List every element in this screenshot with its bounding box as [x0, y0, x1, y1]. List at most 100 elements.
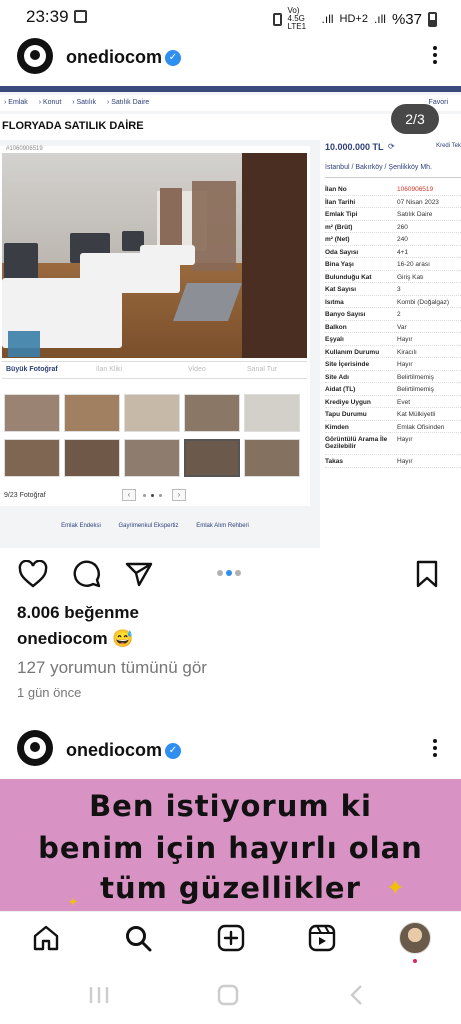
banner-text-line: benim için hayırlı olan	[38, 831, 423, 865]
next-photo-icon: ›	[172, 489, 186, 501]
detail-value: 240	[397, 236, 408, 243]
heart-icon[interactable]	[18, 560, 48, 588]
breadcrumb-item: › Satılık Daire	[106, 99, 150, 106]
detail-row: m² (Brüt) 260	[325, 221, 461, 233]
carousel-dots	[217, 570, 247, 578]
more-options-icon[interactable]	[433, 43, 439, 67]
detail-key: Takas	[325, 458, 343, 465]
thumbnail	[184, 394, 240, 432]
listing-price: 10.000.000 TL	[325, 142, 384, 152]
thumbnail	[244, 439, 300, 477]
create-icon[interactable]	[217, 924, 245, 952]
detail-key: Site İçerisinde	[325, 361, 370, 368]
bookmark-icon[interactable]	[416, 560, 438, 588]
home-button-icon[interactable]	[217, 984, 239, 1006]
breadcrumb-item: › Emlak	[4, 99, 28, 106]
more-options-icon[interactable]	[433, 736, 439, 760]
reels-icon[interactable]	[308, 924, 336, 952]
detail-key: Site Adı	[325, 373, 349, 381]
detail-row: Site Adı Belirtilmemiş	[325, 371, 461, 383]
detail-value: Evet	[397, 398, 411, 406]
detail-row: Kimden Emlak Ofisinden	[325, 421, 461, 433]
footer-link: Emlak Endeksi	[61, 523, 101, 529]
likes-count[interactable]: 8.006 beğenme	[17, 603, 139, 623]
detail-value: Hayır	[397, 436, 413, 443]
detail-key: m² (Net)	[325, 236, 350, 243]
detail-row: Aidat (TL) Belirtilmemiş	[325, 383, 461, 396]
detail-row: Bulunduğu Kat Giriş Katı	[325, 271, 461, 283]
photo-panel: #1060906519 Büyük Fotoğraf İlan Kliki Vi…	[0, 146, 310, 506]
detail-row: Site İçerisinde Hayır	[325, 358, 461, 371]
detail-key: Bina Yaşı	[325, 261, 354, 268]
detail-row: Tapu Durumu Kat Mülkiyetli	[325, 408, 461, 421]
avatar[interactable]	[17, 730, 53, 766]
detail-key: Kullanım Durumu	[325, 348, 380, 356]
verified-badge-icon: ✓	[165, 743, 181, 759]
recent-apps-icon[interactable]	[88, 985, 110, 1005]
search-icon[interactable]	[124, 924, 152, 952]
detail-value: 260	[397, 223, 408, 231]
view-comments-link[interactable]: 127 yorumun tümünü gör	[17, 658, 207, 678]
caption: onediocom 😅	[17, 629, 134, 649]
photo-count: 9/23 Fotoğraf	[4, 492, 46, 499]
detail-key: Oda Sayısı	[325, 248, 359, 256]
detail-value: Satılık Daire	[397, 211, 433, 218]
detail-key: İlan No	[325, 186, 347, 193]
page-dot	[159, 494, 162, 497]
post-username[interactable]: onediocom	[66, 740, 162, 761]
back-icon[interactable]	[348, 984, 364, 1006]
footer-links: Emlak Endeksi Gayrimenkul Ekspertiz Emla…	[0, 523, 310, 529]
footer-link: Emlak Alım Rehberi	[196, 523, 249, 529]
detail-value: Belirtilmemiş	[397, 386, 434, 393]
comment-icon[interactable]	[73, 560, 101, 588]
post-image[interactable]: › Emlak › Konut › Satılık › Satılık Dair…	[0, 86, 461, 548]
detail-key: İlan Tarihi	[325, 198, 356, 206]
detail-row: Isıtma Kombi (Doğalgaz)	[325, 296, 461, 308]
tab-large-photo: Büyük Fotoğraf	[6, 366, 58, 373]
detail-key: Bulunduğu Kat	[325, 273, 372, 281]
detail-key: m² (Brüt)	[325, 223, 353, 231]
detail-value: Giriş Katı	[397, 273, 424, 281]
caption-username[interactable]: onediocom	[17, 629, 108, 648]
post-image-banner[interactable]: Ben istiyorum ki benim için hayırlı olan…	[0, 779, 461, 911]
detail-value: 16-20 arası	[397, 261, 430, 268]
watermark-logo	[8, 331, 40, 357]
avatar[interactable]	[17, 38, 53, 74]
notification-dot	[413, 959, 417, 963]
listing-number-small: #1060906519	[6, 146, 43, 152]
detail-key: Banyo Sayısı	[325, 311, 366, 318]
tab-virtual-tour: Sanal Tur	[247, 366, 277, 373]
kredi-label: Kredi Tek	[436, 143, 461, 149]
room-photo	[2, 153, 307, 358]
page-dot-active	[151, 494, 154, 497]
home-icon[interactable]	[32, 924, 60, 952]
detail-key: Balkon	[325, 323, 347, 331]
sparkles-icon: ✦	[386, 875, 405, 900]
detail-key: Krediye Uygun	[325, 398, 371, 406]
detail-value: Emlak Ofisinden	[397, 423, 445, 431]
listing-title: FLORYADA SATILIK DAİRE	[2, 120, 144, 132]
detail-value: 1060906519	[397, 186, 434, 193]
breadcrumb-item: › Konut	[38, 99, 62, 106]
detail-value: Hayır	[397, 336, 413, 343]
detail-value: Hayır	[397, 361, 413, 368]
thumbnail	[244, 394, 300, 432]
sparkles-icon: ✦	[68, 895, 79, 909]
detail-row: İlan No 1060906519	[325, 183, 461, 196]
post-time: 1 gün önce	[17, 685, 82, 700]
breadcrumb-item: › Satılık	[72, 99, 96, 106]
status-bar: 23:39 Vo) 4.5G LTE1 .ıll HD+2 .ıll %37	[0, 0, 461, 34]
bottom-navigation	[0, 911, 461, 967]
share-icon[interactable]	[125, 561, 153, 587]
detail-key: Isıtma	[325, 298, 344, 306]
detail-key: Görüntülü Arama İle Gezilebilir	[325, 436, 388, 450]
detail-row: Krediye Uygun Evet	[325, 396, 461, 408]
prev-photo-icon: ‹	[122, 489, 136, 501]
tab-video: Video	[188, 366, 206, 373]
thumbnail-selected	[184, 439, 240, 477]
profile-avatar[interactable]	[399, 922, 431, 954]
detail-value: Belirtilmemiş	[397, 373, 434, 381]
status-time: 23:39	[26, 7, 69, 26]
post-username[interactable]: onediocom	[66, 47, 162, 68]
signal-icon-2: .ıll	[373, 12, 386, 26]
